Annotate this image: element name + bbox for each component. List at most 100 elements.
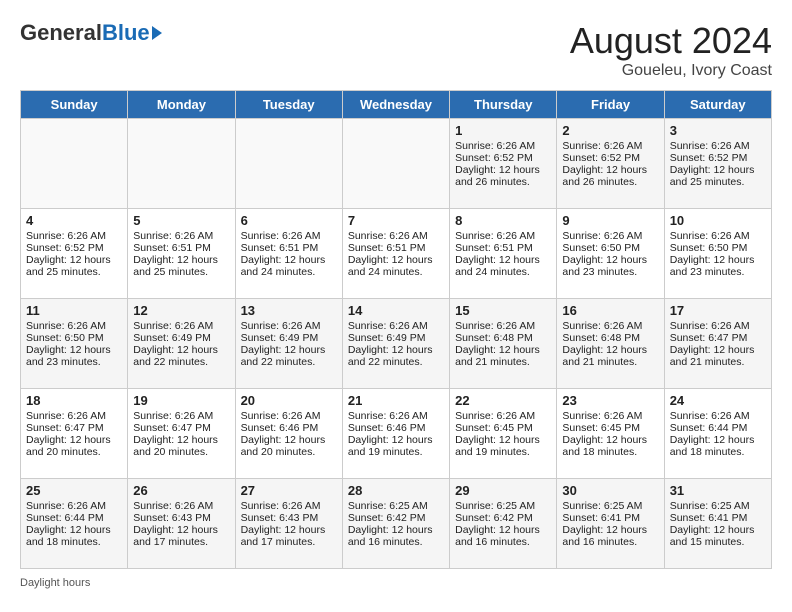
header-row: SundayMondayTuesdayWednesdayThursdayFrid…: [21, 91, 772, 119]
cell-info: Sunrise: 6:26 AM: [26, 230, 122, 242]
calendar-cell: 16Sunrise: 6:26 AMSunset: 6:48 PMDayligh…: [557, 299, 664, 389]
day-header-friday: Friday: [557, 91, 664, 119]
cell-info: Daylight: 12 hours and 24 minutes.: [241, 254, 337, 278]
cell-info: Sunrise: 6:25 AM: [348, 500, 444, 512]
calendar-cell: 14Sunrise: 6:26 AMSunset: 6:49 PMDayligh…: [342, 299, 449, 389]
cell-info: Sunset: 6:41 PM: [670, 512, 766, 524]
day-number: 23: [562, 393, 658, 408]
cell-info: Daylight: 12 hours and 25 minutes.: [133, 254, 229, 278]
week-row-3: 11Sunrise: 6:26 AMSunset: 6:50 PMDayligh…: [21, 299, 772, 389]
calendar-cell: 9Sunrise: 6:26 AMSunset: 6:50 PMDaylight…: [557, 209, 664, 299]
cell-info: Daylight: 12 hours and 26 minutes.: [455, 164, 551, 188]
cell-info: Sunrise: 6:26 AM: [348, 410, 444, 422]
calendar-cell: 4Sunrise: 6:26 AMSunset: 6:52 PMDaylight…: [21, 209, 128, 299]
day-header-saturday: Saturday: [664, 91, 771, 119]
day-number: 27: [241, 483, 337, 498]
calendar-cell: 31Sunrise: 6:25 AMSunset: 6:41 PMDayligh…: [664, 479, 771, 569]
cell-info: Daylight: 12 hours and 18 minutes.: [562, 434, 658, 458]
cell-info: Sunrise: 6:26 AM: [241, 320, 337, 332]
cell-info: Sunrise: 6:26 AM: [133, 320, 229, 332]
calendar-cell: 29Sunrise: 6:25 AMSunset: 6:42 PMDayligh…: [450, 479, 557, 569]
day-number: 28: [348, 483, 444, 498]
calendar-cell: 13Sunrise: 6:26 AMSunset: 6:49 PMDayligh…: [235, 299, 342, 389]
calendar-table: SundayMondayTuesdayWednesdayThursdayFrid…: [20, 90, 772, 569]
calendar-cell: 21Sunrise: 6:26 AMSunset: 6:46 PMDayligh…: [342, 389, 449, 479]
cell-info: Sunrise: 6:26 AM: [26, 320, 122, 332]
cell-info: Daylight: 12 hours and 21 minutes.: [670, 344, 766, 368]
cell-info: Sunset: 6:46 PM: [348, 422, 444, 434]
cell-info: Sunset: 6:41 PM: [562, 512, 658, 524]
calendar-cell: 27Sunrise: 6:26 AMSunset: 6:43 PMDayligh…: [235, 479, 342, 569]
cell-info: Daylight: 12 hours and 19 minutes.: [455, 434, 551, 458]
day-number: 25: [26, 483, 122, 498]
day-number: 15: [455, 303, 551, 318]
calendar-cell: [21, 119, 128, 209]
cell-info: Sunset: 6:49 PM: [133, 332, 229, 344]
cell-info: Sunrise: 6:26 AM: [348, 230, 444, 242]
calendar-cell: 28Sunrise: 6:25 AMSunset: 6:42 PMDayligh…: [342, 479, 449, 569]
cell-info: Daylight: 12 hours and 18 minutes.: [670, 434, 766, 458]
cell-info: Sunset: 6:50 PM: [670, 242, 766, 254]
day-number: 4: [26, 213, 122, 228]
cell-info: Sunrise: 6:26 AM: [26, 410, 122, 422]
week-row-2: 4Sunrise: 6:26 AMSunset: 6:52 PMDaylight…: [21, 209, 772, 299]
cell-info: Sunrise: 6:26 AM: [241, 230, 337, 242]
cell-info: Sunrise: 6:26 AM: [670, 410, 766, 422]
cell-info: Sunrise: 6:26 AM: [26, 500, 122, 512]
cell-info: Sunset: 6:42 PM: [455, 512, 551, 524]
day-header-monday: Monday: [128, 91, 235, 119]
cell-info: Sunset: 6:48 PM: [562, 332, 658, 344]
day-number: 7: [348, 213, 444, 228]
cell-info: Sunrise: 6:26 AM: [670, 320, 766, 332]
calendar-cell: 20Sunrise: 6:26 AMSunset: 6:46 PMDayligh…: [235, 389, 342, 479]
cell-info: Daylight: 12 hours and 17 minutes.: [133, 524, 229, 548]
cell-info: Sunset: 6:43 PM: [241, 512, 337, 524]
day-number: 31: [670, 483, 766, 498]
cell-info: Sunset: 6:50 PM: [26, 332, 122, 344]
day-number: 21: [348, 393, 444, 408]
calendar-cell: 22Sunrise: 6:26 AMSunset: 6:45 PMDayligh…: [450, 389, 557, 479]
cell-info: Sunset: 6:47 PM: [133, 422, 229, 434]
cell-info: Sunrise: 6:26 AM: [562, 230, 658, 242]
cell-info: Sunset: 6:47 PM: [26, 422, 122, 434]
calendar-cell: 26Sunrise: 6:26 AMSunset: 6:43 PMDayligh…: [128, 479, 235, 569]
cell-info: Daylight: 12 hours and 22 minutes.: [348, 344, 444, 368]
day-number: 6: [241, 213, 337, 228]
logo: General Blue: [20, 20, 162, 46]
calendar-cell: 19Sunrise: 6:26 AMSunset: 6:47 PMDayligh…: [128, 389, 235, 479]
cell-info: Sunrise: 6:26 AM: [241, 500, 337, 512]
calendar-cell: 8Sunrise: 6:26 AMSunset: 6:51 PMDaylight…: [450, 209, 557, 299]
calendar-cell: [128, 119, 235, 209]
week-row-5: 25Sunrise: 6:26 AMSunset: 6:44 PMDayligh…: [21, 479, 772, 569]
location: Goueleu, Ivory Coast: [570, 62, 772, 80]
day-number: 10: [670, 213, 766, 228]
day-number: 17: [670, 303, 766, 318]
cell-info: Sunset: 6:51 PM: [241, 242, 337, 254]
calendar-cell: 1Sunrise: 6:26 AMSunset: 6:52 PMDaylight…: [450, 119, 557, 209]
day-number: 18: [26, 393, 122, 408]
cell-info: Daylight: 12 hours and 22 minutes.: [133, 344, 229, 368]
cell-info: Daylight: 12 hours and 21 minutes.: [562, 344, 658, 368]
cell-info: Sunset: 6:45 PM: [562, 422, 658, 434]
title-block: August 2024 Goueleu, Ivory Coast: [570, 20, 772, 80]
day-number: 26: [133, 483, 229, 498]
cell-info: Daylight: 12 hours and 18 minutes.: [26, 524, 122, 548]
cell-info: Sunset: 6:46 PM: [241, 422, 337, 434]
cell-info: Sunset: 6:47 PM: [670, 332, 766, 344]
cell-info: Sunset: 6:52 PM: [455, 152, 551, 164]
calendar-body: 1Sunrise: 6:26 AMSunset: 6:52 PMDaylight…: [21, 119, 772, 569]
cell-info: Sunrise: 6:26 AM: [455, 140, 551, 152]
day-number: 16: [562, 303, 658, 318]
cell-info: Sunset: 6:51 PM: [348, 242, 444, 254]
cell-info: Daylight: 12 hours and 20 minutes.: [241, 434, 337, 458]
calendar-cell: 18Sunrise: 6:26 AMSunset: 6:47 PMDayligh…: [21, 389, 128, 479]
cell-info: Sunrise: 6:26 AM: [455, 230, 551, 242]
calendar-cell: [235, 119, 342, 209]
cell-info: Sunset: 6:44 PM: [26, 512, 122, 524]
cell-info: Daylight: 12 hours and 16 minutes.: [348, 524, 444, 548]
cell-info: Daylight: 12 hours and 16 minutes.: [455, 524, 551, 548]
cell-info: Sunset: 6:43 PM: [133, 512, 229, 524]
calendar-cell: 5Sunrise: 6:26 AMSunset: 6:51 PMDaylight…: [128, 209, 235, 299]
cell-info: Sunrise: 6:26 AM: [133, 410, 229, 422]
day-number: 20: [241, 393, 337, 408]
